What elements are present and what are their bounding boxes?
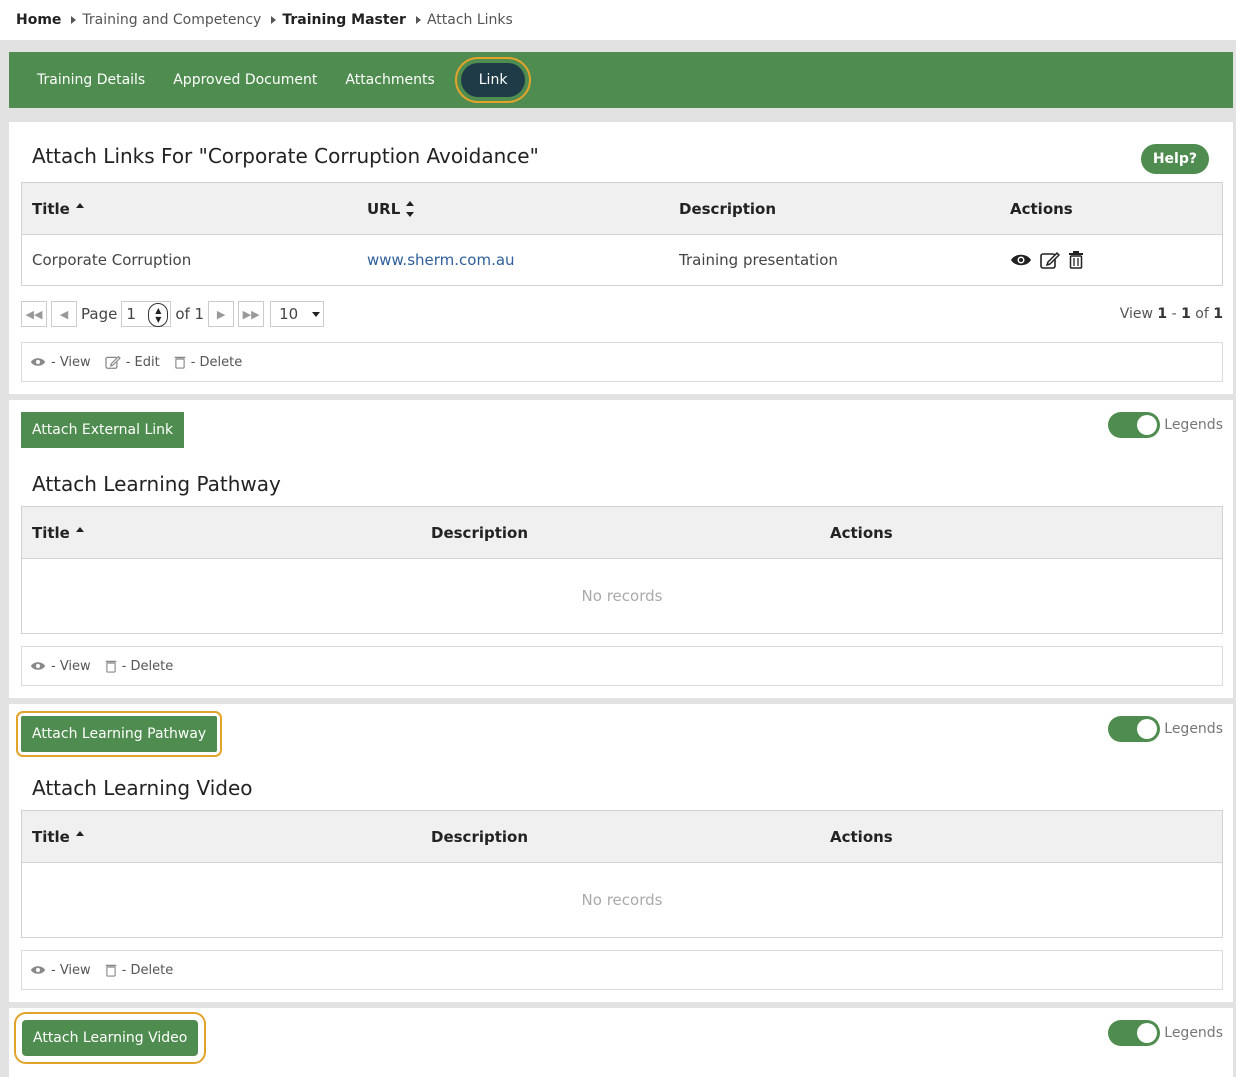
delete-trash-icon[interactable] — [1068, 251, 1084, 269]
legend-edit-icon — [105, 355, 121, 369]
page-label: Page — [81, 305, 118, 323]
legend-eye-icon — [30, 662, 46, 670]
col-description: Description — [431, 523, 529, 542]
links-legend: - View - Edit - Delete — [21, 342, 1223, 382]
video-legend: - View - Delete — [21, 950, 1223, 990]
tab-training-details[interactable]: Training Details — [25, 63, 157, 97]
next-page-icon[interactable]: ▶ — [208, 301, 235, 327]
legend-eye-icon — [30, 966, 46, 974]
breadcrumb-separator-icon — [71, 16, 77, 24]
page-size-select[interactable]: 10 — [270, 301, 325, 327]
col-title[interactable]: Title — [32, 200, 84, 218]
legend-delete-label: - Delete — [121, 962, 174, 978]
pathway-legend-toggle[interactable]: Legends — [1108, 716, 1223, 742]
video-panel: Attach Learning Pathway Legends Attach L… — [9, 704, 1233, 1002]
view-eye-icon[interactable] — [1010, 253, 1032, 267]
attach-learning-video-button[interactable]: Attach Learning Video — [13, 1012, 207, 1064]
col-title[interactable]: Title — [32, 524, 84, 542]
col-actions: Actions — [1010, 199, 1073, 218]
pathway-empty: No records — [581, 587, 663, 605]
col-description: Description — [679, 199, 777, 218]
links-grid-header: Title URL Description Actions — [22, 183, 1222, 235]
links-legend-toggle[interactable]: Legends — [1108, 412, 1223, 438]
video-actions-panel: Attach Learning Video Legends — [9, 1008, 1233, 1077]
links-grid: Title URL Description Actions Corporate … — [21, 182, 1223, 286]
table-row: Corporate Corruption www.sherm.com.au Tr… — [22, 235, 1222, 285]
pathway-legend: - View - Delete — [21, 646, 1223, 686]
row-description: Training presentation — [679, 251, 838, 269]
row-actions — [1010, 251, 1084, 269]
content-shell: Training Details Approved Document Attac… — [0, 40, 1236, 1077]
tab-approved-document[interactable]: Approved Document — [161, 63, 329, 97]
col-title[interactable]: Title — [32, 828, 84, 846]
page-number-input[interactable]: 1 ▲ ▼ — [121, 301, 172, 327]
row-url-link[interactable]: www.sherm.com.au — [367, 251, 515, 269]
breadcrumb-training-competency[interactable]: Training and Competency — [82, 12, 261, 28]
toggle-label: Legends — [1164, 721, 1223, 737]
col-actions: Actions — [830, 827, 893, 846]
prev-page-icon[interactable]: ◀ — [51, 301, 77, 327]
pathway-grid-header: Title Description Actions — [22, 507, 1222, 559]
sort-asc-icon — [75, 831, 84, 836]
toggle-label: Legends — [1164, 417, 1223, 433]
links-title: Attach Links For "Corporate Corruption A… — [32, 144, 539, 168]
tab-bar: Training Details Approved Document Attac… — [9, 52, 1233, 108]
sort-asc-icon — [75, 203, 84, 208]
legend-view-label: - View — [51, 658, 91, 674]
page-spinner-icon[interactable]: ▲ ▼ — [148, 303, 169, 327]
legend-delete-label: - Delete — [190, 354, 243, 370]
attach-learning-pathway-button[interactable]: Attach Learning Pathway — [15, 711, 223, 757]
toggle-label: Legends — [1164, 1025, 1223, 1041]
edit-pencil-icon[interactable] — [1040, 251, 1060, 269]
video-title: Attach Learning Video — [32, 776, 253, 800]
legend-trash-icon — [105, 964, 116, 977]
toggle-switch[interactable] — [1108, 412, 1161, 438]
breadcrumb-training-master[interactable]: Training Master — [282, 12, 406, 28]
toggle-switch[interactable] — [1108, 716, 1161, 742]
video-empty: No records — [581, 891, 663, 909]
tab-attachments[interactable]: Attachments — [333, 63, 446, 97]
breadcrumb-separator-icon — [271, 16, 277, 24]
legend-eye-icon — [30, 358, 46, 366]
pathway-panel: Attach External Link Legends Attach Lear… — [9, 400, 1233, 698]
pathway-title: Attach Learning Pathway — [32, 472, 281, 496]
page-of-label: of 1 — [175, 305, 205, 323]
chevron-down-icon — [312, 311, 321, 317]
legend-trash-icon — [174, 356, 185, 369]
sort-asc-icon — [75, 527, 84, 532]
breadcrumb-separator-icon — [415, 16, 421, 24]
first-page-icon[interactable]: ◀◀ — [21, 301, 47, 327]
video-grid: Title Description Actions No records — [21, 810, 1223, 938]
links-pager: ◀◀ ◀ Page 1 ▲ ▼ of 1 ▶ ▶▶ 10 View 1 - 1 o… — [21, 300, 1223, 328]
last-page-icon[interactable]: ▶▶ — [238, 301, 265, 327]
attach-external-link-button[interactable]: Attach External Link — [21, 412, 185, 448]
video-grid-header: Title Description Actions — [22, 811, 1222, 863]
sort-icon — [406, 200, 415, 217]
toggle-switch[interactable] — [1108, 1020, 1161, 1046]
help-button[interactable]: Help? — [1140, 144, 1209, 174]
legend-edit-label: - Edit — [125, 354, 160, 370]
links-panel: Attach Links For "Corporate Corruption A… — [9, 122, 1233, 394]
breadcrumb: Home Training and Competency Training Ma… — [16, 10, 513, 30]
legend-trash-icon — [105, 660, 116, 673]
legend-view-label: - View — [51, 962, 91, 978]
breadcrumb-attach-links: Attach Links — [426, 12, 513, 28]
row-title: Corporate Corruption — [32, 251, 192, 269]
col-actions: Actions — [830, 523, 893, 542]
view-count: View 1 - 1 of 1 — [1119, 306, 1223, 322]
col-url[interactable]: URL — [367, 200, 415, 218]
tab-link[interactable]: Link — [454, 57, 532, 103]
legend-delete-label: - Delete — [121, 658, 174, 674]
legend-view-label: - View — [51, 354, 91, 370]
pathway-grid: Title Description Actions No records — [21, 506, 1223, 634]
video-legend-toggle[interactable]: Legends — [1108, 1020, 1223, 1046]
breadcrumb-home[interactable]: Home — [16, 12, 61, 28]
col-description: Description — [431, 827, 529, 846]
